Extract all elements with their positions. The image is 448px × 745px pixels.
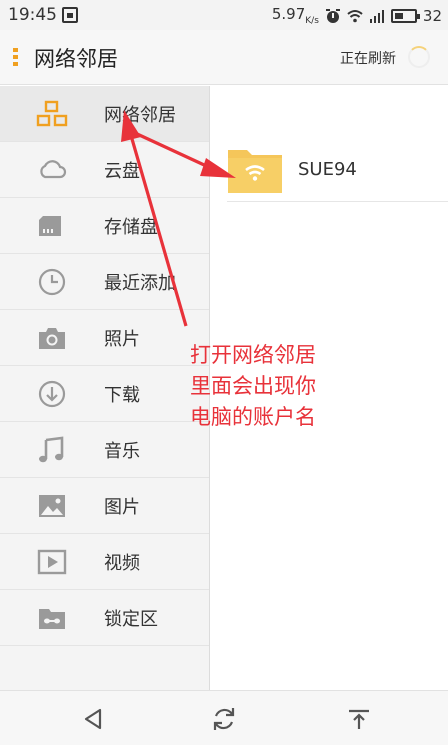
- storage-icon: [39, 216, 61, 236]
- wifi-icon: [347, 9, 363, 22]
- notification-icon: [62, 7, 78, 23]
- alarm-icon: [325, 8, 340, 23]
- cloud-icon: [40, 160, 67, 179]
- clock-icon: [38, 268, 66, 296]
- network-speed: 5.97K/s: [271, 5, 319, 26]
- refresh-icon[interactable]: [210, 705, 238, 733]
- refresh-spinner-icon: [408, 46, 430, 68]
- refresh-status: 正在刷新: [340, 51, 396, 67]
- sidebar-item-label: 照片: [104, 329, 140, 350]
- sidebar-item-download[interactable]: 下载: [0, 366, 209, 422]
- back-icon[interactable]: [80, 705, 108, 733]
- image-icon: [39, 495, 65, 517]
- sidebar-item-storage[interactable]: 存储盘: [0, 198, 209, 254]
- annotation-text: 打开网络邻居 里面会出现你 电脑的账户名: [190, 340, 370, 433]
- status-time: 19:45: [8, 5, 57, 25]
- annotation-line: 电脑的账户名: [190, 405, 316, 429]
- sidebar-item-label: 存储盘: [104, 217, 158, 238]
- sidebar-item-label: 下载: [104, 385, 140, 406]
- upload-icon[interactable]: [345, 705, 373, 733]
- signal-icon: [369, 9, 384, 23]
- menu-icon[interactable]: [13, 48, 18, 68]
- annotation-line: 里面会出现你: [190, 374, 316, 398]
- sidebar-item-network[interactable]: 网络邻居: [0, 86, 209, 142]
- network-icon: [36, 100, 68, 127]
- status-bar: 19:45 5.97K/s 32: [0, 0, 448, 30]
- sidebar-item-recent[interactable]: 最近添加: [0, 254, 209, 310]
- app-bar: 网络邻居 正在刷新: [0, 30, 448, 85]
- sidebar-item-label: 锁定区: [104, 609, 158, 630]
- camera-icon: [39, 328, 65, 349]
- battery-level: 32: [422, 6, 442, 25]
- sidebar: 网络邻居 云盘 存储盘 最近添加 照片 下载 音乐 图片 视频 锁定区: [0, 86, 210, 690]
- video-icon: [37, 549, 67, 575]
- sidebar-item-photos[interactable]: 照片: [0, 310, 209, 366]
- file-item[interactable]: SUE94: [227, 138, 448, 202]
- status-right: 5.97K/s 32: [272, 5, 442, 26]
- nav-bar: [0, 690, 448, 745]
- lock-area-icon: [39, 609, 65, 629]
- sidebar-item-label: 最近添加: [104, 273, 176, 294]
- sidebar-item-label: 视频: [104, 553, 140, 574]
- page-title: 网络邻居: [34, 47, 118, 71]
- sidebar-item-label: 图片: [104, 497, 140, 518]
- file-name: SUE94: [298, 159, 357, 180]
- battery-icon: [390, 8, 420, 23]
- sidebar-item-label: 云盘: [104, 161, 140, 182]
- network-folder-icon: [228, 150, 282, 193]
- sidebar-item-images[interactable]: 图片: [0, 478, 209, 534]
- sidebar-item-music[interactable]: 音乐: [0, 422, 209, 478]
- sidebar-item-cloud[interactable]: 云盘: [0, 142, 209, 198]
- annotation-line: 打开网络邻居: [190, 343, 316, 367]
- music-icon: [39, 436, 64, 463]
- download-icon: [38, 380, 66, 408]
- sidebar-item-locked[interactable]: 锁定区: [0, 590, 209, 646]
- sidebar-item-label: 网络邻居: [104, 105, 176, 126]
- sidebar-item-label: 音乐: [104, 441, 140, 462]
- sidebar-item-video[interactable]: 视频: [0, 534, 209, 590]
